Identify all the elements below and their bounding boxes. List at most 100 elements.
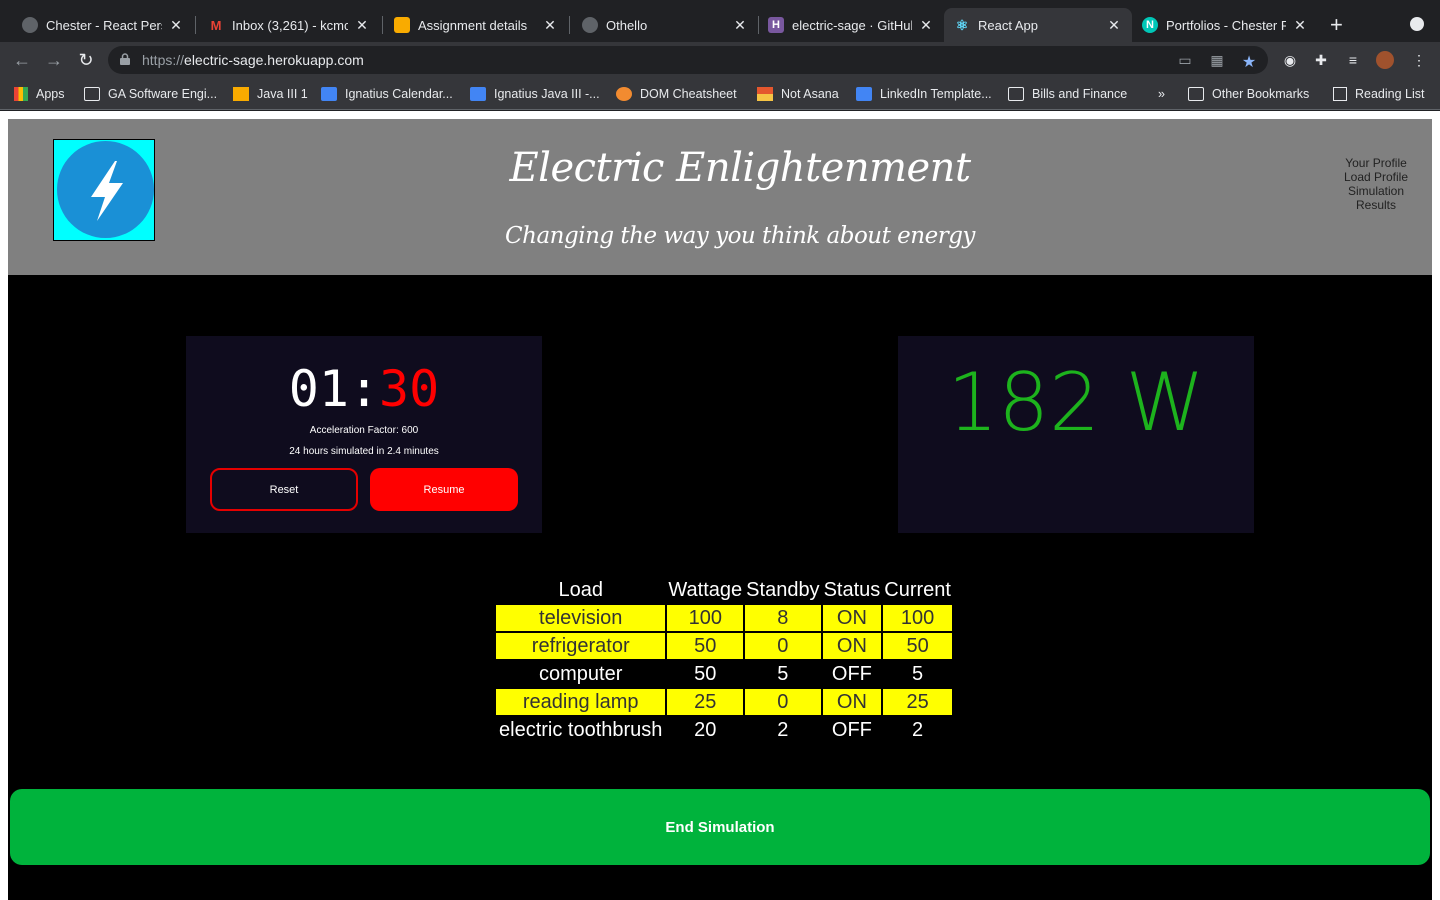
cast-icon[interactable]: ▭ [1176,52,1194,68]
close-icon[interactable]: ✕ [732,17,748,34]
close-icon[interactable]: ✕ [1106,17,1122,34]
new-tab-icon[interactable]: + [1330,12,1343,38]
tab-separator [569,16,570,34]
tab-title: Inbox (3,261) - kcmcc [232,17,348,33]
load-name: electric toothbrush [499,718,663,741]
profile-avatar[interactable] [1376,51,1394,69]
load-current: 100 [883,605,952,631]
close-icon[interactable]: ✕ [354,17,370,34]
nav-your-profile[interactable]: Your Profile [1326,156,1426,170]
back-icon[interactable]: ← [10,48,34,72]
resume-button[interactable]: Resume [370,468,518,511]
other-bookmarks[interactable]: Other Bookmarks [1188,86,1309,102]
folder-icon [84,87,100,101]
timer-minutes: 01 [288,360,349,418]
load-current: 5 [912,662,924,685]
bookmark-label: Ignatius Calendar... [345,87,453,101]
forward-icon[interactable]: → [42,48,66,72]
nav-load-profile[interactable]: Load Profile [1326,170,1426,184]
tab-title: electric-sage · GitHub [792,17,912,33]
bookmark-folder[interactable]: Bills and Finance [1008,86,1127,102]
table-header-row: Load Wattage Standby Status Current [496,577,952,603]
bookmark-label: Java III 1 [257,87,308,101]
bookmark-item[interactable]: LinkedIn Template... [856,86,992,102]
qr-code-icon[interactable]: ▦ [1208,52,1226,68]
load-status: ON [822,633,882,659]
column-header-wattage: Wattage [668,578,743,601]
apps-grid-icon [14,87,28,101]
tab-search-icon[interactable] [1410,17,1424,31]
bookmarks-overflow-label: » [1158,87,1165,101]
site-icon [616,87,632,101]
close-icon[interactable]: ✕ [542,17,558,34]
load-status: ON [822,689,882,715]
media-queue-icon[interactable]: ≡ [1344,51,1362,69]
close-icon[interactable]: ✕ [918,17,934,34]
end-simulation-button[interactable]: End Simulation [10,789,1430,865]
app-title: Electric Enlightenment [509,145,971,191]
browser-tab[interactable]: Assignment details ✕ [384,8,568,42]
bookmark-apps[interactable]: Apps [14,86,65,102]
column-header-load: Load [558,578,603,601]
extension-record-icon[interactable]: ◉ [1281,51,1299,69]
reading-list[interactable]: Reading List [1333,86,1425,102]
timer-separator: : [348,360,380,418]
load-standby: 5 [777,662,789,685]
load-wattage: 20 [694,718,717,741]
tab-separator [195,16,196,34]
bookmarks-bar: Apps GA Software Engi... Java III 1 Igna… [0,78,1440,110]
tab-title: Assignment details [418,17,528,33]
browser-tab-active[interactable]: ⚛ React App ✕ [944,8,1132,42]
main-nav: Your Profile Load Profile Simulation Res… [1326,156,1426,212]
address-bar[interactable]: https://electric-sage.herokuapp.com ▭ ▦ … [108,46,1268,74]
table-row[interactable]: reading lamp 25 0 ON 25 [496,689,952,715]
reset-button[interactable]: Reset [210,468,358,511]
load-current: 50 [883,633,952,659]
timer-panel: 01:30 Acceleration Factor: 600 24 hours … [186,336,542,533]
column-header-current: Current [884,578,951,601]
tab-title: Chester - React Perso [46,17,162,33]
kebab-menu-icon[interactable]: ⋮ [1410,51,1428,69]
loads-table: Load Wattage Standby Status Current tele… [494,575,954,745]
app-root: Electric Enlightenment Changing the way … [8,119,1432,900]
gmail-icon: M [210,17,222,33]
load-wattage: 100 [667,605,744,631]
simulation-timer: 01:30 [186,360,542,418]
react-icon: ⚛ [955,16,969,33]
page-viewport: Electric Enlightenment Changing the way … [0,111,1440,900]
table-row[interactable]: electric toothbrush 20 2 OFF 2 [496,717,952,743]
bookmark-label: Apps [36,87,65,101]
nav-simulation[interactable]: Simulation [1326,184,1426,198]
close-icon[interactable]: ✕ [168,17,184,34]
load-standby: 8 [745,605,821,631]
bookmark-item[interactable]: DOM Cheatsheet [616,86,737,102]
nav-results[interactable]: Results [1326,198,1426,212]
bookmark-item[interactable]: Java III 1 [233,86,308,102]
close-icon[interactable]: ✕ [1292,17,1308,34]
table-row[interactable]: television 100 8 ON 100 [496,605,952,631]
bookmark-label: Other Bookmarks [1212,87,1310,101]
bookmark-item[interactable]: Ignatius Java III -... [470,86,600,102]
app-subtitle: Changing the way you think about energy [505,223,975,249]
extensions-puzzle-icon[interactable]: ✚ [1312,51,1330,69]
bookmark-label: Ignatius Java III -... [494,87,600,101]
folder-icon [1008,87,1024,101]
table-row[interactable]: computer 50 5 OFF 5 [496,661,952,687]
wattage-readout: 182 W [947,356,1205,449]
load-standby: 0 [745,689,821,715]
table-row[interactable]: refrigerator 50 0 ON 50 [496,633,952,659]
bookmarks-overflow-chevron[interactable]: » [1158,86,1165,102]
acceleration-factor: Acceleration Factor: 600 [309,425,419,436]
browser-tab[interactable]: N Portfolios - Chester R ✕ [1132,8,1318,42]
bookmark-item[interactable]: Not Asana [757,86,839,102]
bookmark-star-icon[interactable]: ★ [1240,52,1258,71]
load-status: OFF [831,718,872,741]
browser-tab[interactable]: M Inbox (3,261) - kcmcc ✕ [198,8,380,42]
browser-tab[interactable]: H electric-sage · GitHub ✕ [758,8,944,42]
bookmark-folder[interactable]: GA Software Engi... [84,86,217,102]
bookmark-item[interactable]: Ignatius Calendar... [321,86,453,102]
bookmark-label: Reading List [1355,87,1425,101]
browser-tab[interactable]: Othello ✕ [572,8,758,42]
reload-icon[interactable]: ↻ [74,48,98,72]
browser-tab[interactable]: Chester - React Perso ✕ [12,8,194,42]
